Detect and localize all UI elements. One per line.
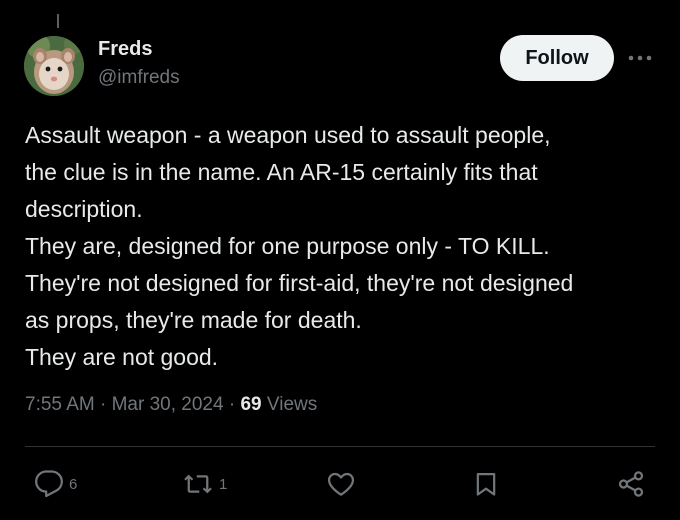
like-button[interactable]	[326, 464, 356, 504]
tweet-actions-bar: 6 1	[0, 464, 680, 504]
repost-icon	[184, 474, 212, 494]
tweet-time[interactable]: 7:55 AM	[25, 394, 95, 415]
repost-count: 1	[219, 475, 228, 493]
bookmark-button[interactable]	[472, 464, 500, 504]
tweet-line: description.	[25, 196, 143, 222]
follow-button[interactable]: Follow	[500, 35, 614, 81]
tweet-line: They are, designed for one purpose only …	[25, 233, 550, 259]
like-icon	[327, 472, 355, 496]
thread-connector-line	[57, 14, 59, 28]
tweet-line: the clue is in the name. An AR-15 certai…	[25, 159, 538, 185]
reply-count: 6	[69, 475, 78, 493]
reply-button[interactable]: 6	[34, 464, 77, 504]
repost-button[interactable]: 1	[182, 464, 227, 504]
views-count: 69	[240, 394, 262, 415]
tweet-text: Assault weapon - a weapon used to assaul…	[25, 117, 665, 376]
share-button[interactable]	[616, 464, 646, 504]
tweet-meta: 7:55 AM · Mar 30, 2024 · 69 Views	[25, 394, 317, 416]
tweet-line: Assault weapon - a weapon used to assaul…	[25, 122, 551, 148]
author-handle[interactable]: @imfreds	[98, 67, 180, 89]
share-icon	[618, 471, 644, 497]
tweet-date[interactable]: Mar 30, 2024	[112, 394, 224, 415]
author-display-name[interactable]: Freds	[98, 38, 152, 61]
views-label: Views	[266, 394, 318, 415]
tweet-line: They are not good.	[25, 344, 219, 370]
divider	[25, 446, 655, 447]
tweet-line: They're not designed for first-aid, they…	[25, 270, 574, 296]
avatar[interactable]	[24, 36, 84, 96]
bookmark-icon	[476, 472, 496, 496]
meta-separator: ·	[228, 394, 236, 415]
more-horizontal-icon[interactable]	[626, 48, 654, 68]
reply-icon	[35, 470, 63, 498]
tweet-line: as props, they're made for death.	[25, 307, 362, 333]
meta-separator: ·	[100, 394, 107, 415]
avatar-image	[24, 36, 84, 96]
